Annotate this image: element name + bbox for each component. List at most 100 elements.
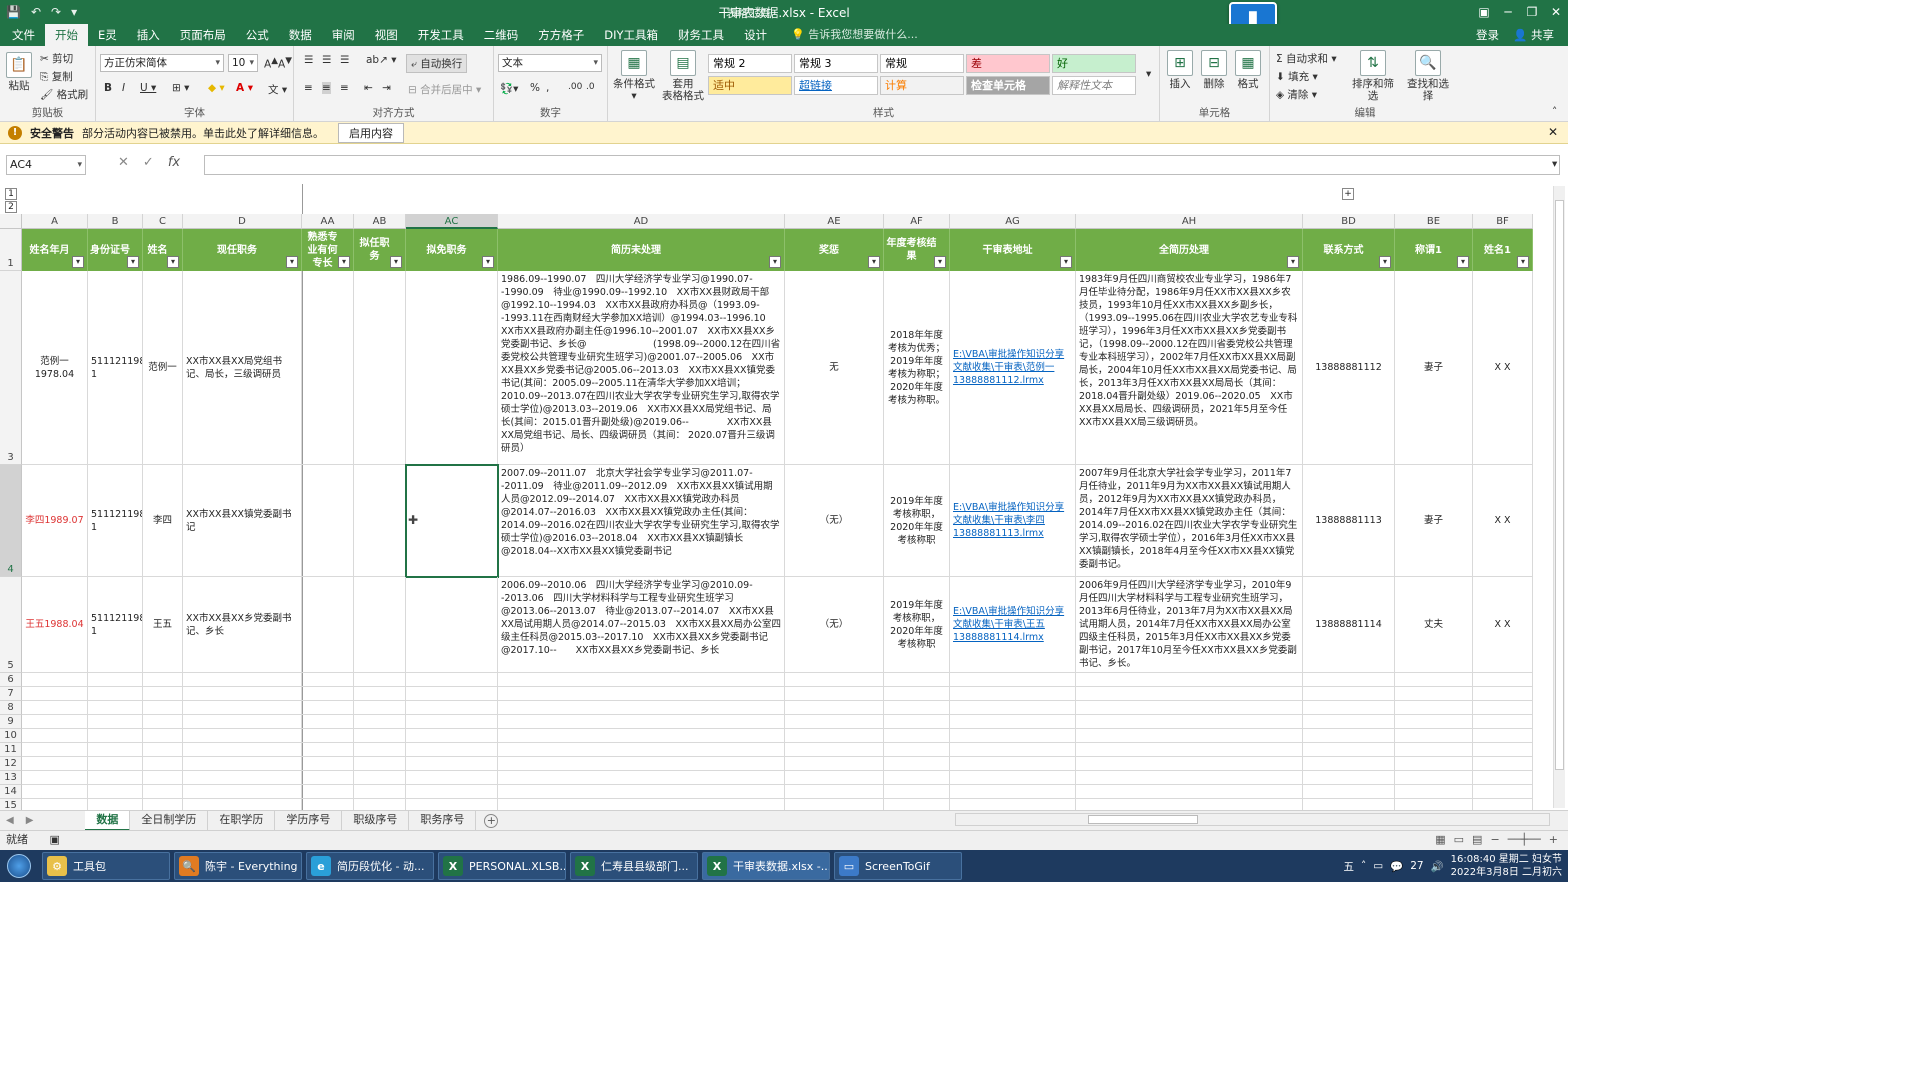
zoom-in-icon[interactable]: +: [1549, 831, 1558, 849]
cell-style-5[interactable]: 适中: [708, 76, 792, 95]
cell-AE11[interactable]: [785, 743, 884, 757]
cell-AD8[interactable]: [498, 701, 785, 715]
cell-B12[interactable]: [88, 757, 143, 771]
cell-AD14[interactable]: [498, 785, 785, 799]
cell-D14[interactable]: [183, 785, 302, 799]
cell-style-2[interactable]: 常规: [880, 54, 964, 73]
cell-AB10[interactable]: [354, 729, 406, 743]
taskbar-item-0[interactable]: ⚙ 工具包: [42, 852, 170, 880]
cell-D10[interactable]: [183, 729, 302, 743]
cell-A12[interactable]: [22, 757, 88, 771]
cell-AA14[interactable]: [302, 785, 354, 799]
enable-content-button[interactable]: 启用内容: [338, 122, 404, 143]
page-break-icon[interactable]: ▤: [1472, 831, 1482, 849]
cell-AG13[interactable]: [950, 771, 1076, 785]
cell-AA12[interactable]: [302, 757, 354, 771]
col-header-C[interactable]: C: [143, 214, 183, 229]
cell-AG14[interactable]: [950, 785, 1076, 799]
number-format-select[interactable]: 文本: [498, 54, 602, 72]
cell-AH10[interactable]: [1076, 729, 1303, 743]
font-size-select[interactable]: 10: [228, 54, 258, 72]
cell-AD12[interactable]: [498, 757, 785, 771]
cell-AF4[interactable]: 2019年年度考核称职，2020年年度考核称职: [884, 465, 950, 577]
comma-icon[interactable]: ,: [546, 82, 549, 94]
cell-B14[interactable]: [88, 785, 143, 799]
cell-A3[interactable]: 范例一1978.04: [22, 271, 88, 465]
filter-dropdown-icon[interactable]: ▾: [1060, 256, 1072, 268]
cell-style-0[interactable]: 常规 2: [708, 54, 792, 73]
cell-AE5[interactable]: （无）: [785, 577, 884, 673]
security-message[interactable]: 部分活动内容已被禁用。单击此处了解详细信息。: [82, 125, 324, 141]
cell-AG5[interactable]: E:\VBA\审批操作知识分享文献收集\干审表\王五13888881114.lr…: [950, 577, 1076, 673]
filter-dropdown-icon[interactable]: ▾: [390, 256, 402, 268]
normal-view-icon[interactable]: ▦: [1435, 831, 1445, 849]
cell-BF14[interactable]: [1473, 785, 1533, 799]
cell-AE13[interactable]: [785, 771, 884, 785]
tab-14[interactable]: 设计: [734, 24, 777, 46]
cell-AG4[interactable]: E:\VBA\审批操作知识分享文献收集\干审表\李四13888881113.lr…: [950, 465, 1076, 577]
cell-AF11[interactable]: [884, 743, 950, 757]
tab-6[interactable]: 数据: [279, 24, 322, 46]
minimize-icon[interactable]: ─: [1496, 0, 1520, 24]
conditional-format-button[interactable]: ▦ 条件格式 ▾: [612, 50, 656, 102]
tab-9[interactable]: 开发工具: [408, 24, 474, 46]
cell-AD6[interactable]: [498, 673, 785, 687]
clear-button[interactable]: ◈ 清除 ▾: [1276, 87, 1317, 102]
cell-AB7[interactable]: [354, 687, 406, 701]
cell-BE4[interactable]: 妻子: [1395, 465, 1473, 577]
cell-AH8[interactable]: [1076, 701, 1303, 715]
row-header-1[interactable]: 1: [0, 229, 22, 271]
cell-C14[interactable]: [143, 785, 183, 799]
cell-BD14[interactable]: [1303, 785, 1395, 799]
filter-dropdown-icon[interactable]: ▾: [1517, 256, 1529, 268]
align-center-icon[interactable]: ≡: [322, 82, 331, 94]
cell-C7[interactable]: [143, 687, 183, 701]
cell-BF3[interactable]: X X: [1473, 271, 1533, 465]
cell-A7[interactable]: [22, 687, 88, 701]
cell-AA10[interactable]: [302, 729, 354, 743]
cell-BE7[interactable]: [1395, 687, 1473, 701]
sheet-tab-3[interactable]: 学历序号: [275, 810, 343, 831]
outline-expand-icon[interactable]: +: [1342, 188, 1354, 200]
cell-AF10[interactable]: [884, 729, 950, 743]
row-header-14[interactable]: 14: [0, 785, 22, 799]
col-header-AH[interactable]: AH: [1076, 214, 1303, 229]
tab-0[interactable]: 文件: [2, 24, 45, 46]
cell-BF5[interactable]: X X: [1473, 577, 1533, 673]
row-header-3[interactable]: 3: [0, 271, 22, 465]
tab-1[interactable]: 开始: [45, 24, 88, 46]
format-painter-button[interactable]: 🖌 格式刷: [40, 87, 88, 102]
formula-input[interactable]: [204, 155, 1560, 175]
cell-BF11[interactable]: [1473, 743, 1533, 757]
login-link[interactable]: 登录: [1476, 24, 1499, 46]
cell-A11[interactable]: [22, 743, 88, 757]
cell-B4[interactable]: 51112119890724111 1: [88, 465, 143, 577]
sheet-next-icon[interactable]: ▶: [26, 815, 34, 826]
cell-D5[interactable]: XX市XX县XX乡党委副书记、乡长: [183, 577, 302, 673]
vertical-scrollbar[interactable]: [1553, 186, 1565, 808]
cell-B5[interactable]: 51112119880424111 1: [88, 577, 143, 673]
accounting-format-icon[interactable]: 💱▾: [500, 82, 518, 95]
underline-button[interactable]: U ▾: [140, 82, 156, 94]
cell-AC3[interactable]: [406, 271, 498, 465]
row-header-13[interactable]: 13: [0, 771, 22, 785]
cell-AA11[interactable]: [302, 743, 354, 757]
cell-AE7[interactable]: [785, 687, 884, 701]
align-middle-icon[interactable]: ☰: [322, 54, 331, 66]
cell-A5[interactable]: 王五1988.04: [22, 577, 88, 673]
font-color-button[interactable]: A ▾: [236, 82, 253, 94]
cell-AB4[interactable]: [354, 465, 406, 577]
horizontal-scrollbar[interactable]: [955, 813, 1550, 826]
cell-BF7[interactable]: [1473, 687, 1533, 701]
cell-BD7[interactable]: [1303, 687, 1395, 701]
cell-AA4[interactable]: [302, 465, 354, 577]
cell-BE13[interactable]: [1395, 771, 1473, 785]
cell-AE12[interactable]: [785, 757, 884, 771]
cell-AG3[interactable]: E:\VBA\审批操作知识分享文献收集\干审表\范例一13888881112.l…: [950, 271, 1076, 465]
cell-BE3[interactable]: 妻子: [1395, 271, 1473, 465]
horizontal-scroll-thumb[interactable]: [1088, 815, 1198, 824]
cell-C3[interactable]: 范例一: [143, 271, 183, 465]
taskbar-item-2[interactable]: e 简历段优化 - 动...: [306, 852, 434, 880]
cell-AB12[interactable]: [354, 757, 406, 771]
col-header-AF[interactable]: AF: [884, 214, 950, 229]
